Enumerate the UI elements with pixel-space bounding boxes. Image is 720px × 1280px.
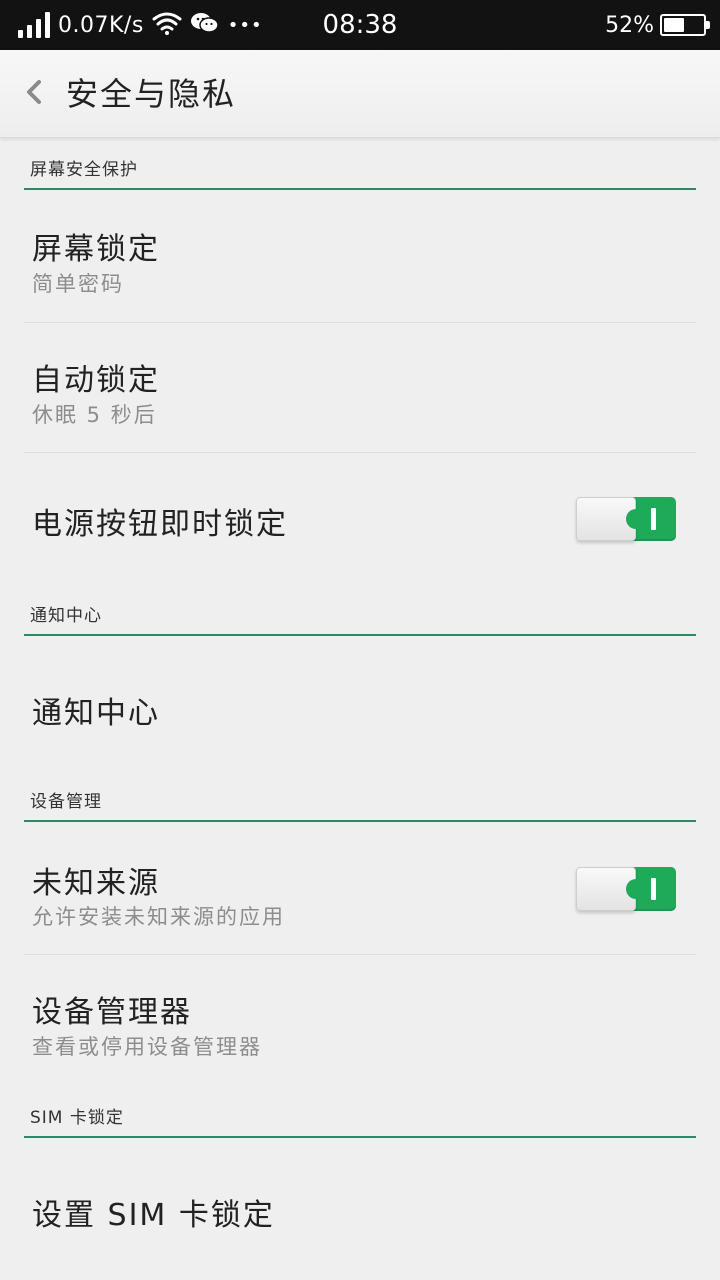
- unknown-sources-title: 未知来源: [32, 866, 160, 901]
- power-button-lock-item[interactable]: 电源按钮即时锁定: [24, 453, 696, 583]
- section-header-label: 通知中心: [30, 606, 102, 626]
- device-admins-item[interactable]: 设备管理器 查看或停用设备管理器: [24, 955, 696, 1090]
- wechat-icon: [190, 11, 220, 39]
- auto-lock-subtitle: 休眠 5 秒后: [32, 403, 157, 427]
- section-header-sim-lock: SIM 卡锁定: [24, 1100, 696, 1138]
- section-header-label: 设备管理: [30, 792, 102, 812]
- notification-center-title: 通知中心: [32, 696, 160, 731]
- battery-fill: [664, 18, 684, 32]
- auto-lock-title: 自动锁定: [32, 363, 160, 398]
- status-right: 52%: [605, 0, 710, 50]
- toggle-notch: [626, 509, 646, 529]
- chevron-left-icon: [24, 79, 44, 109]
- net-speed: 0.07K/s: [58, 12, 144, 38]
- screen-lock-title: 屏幕锁定: [32, 232, 160, 267]
- wifi-icon: [152, 11, 182, 39]
- sim-lock-item[interactable]: 设置 SIM 卡锁定: [24, 1140, 696, 1280]
- toggle-notch: [626, 879, 646, 899]
- app-bar: 安全与隐私: [0, 50, 720, 138]
- back-button[interactable]: [14, 72, 54, 116]
- unknown-sources-subtitle: 允许安装未知来源的应用: [32, 905, 285, 929]
- status-left: 0.07K/s •••: [18, 0, 263, 50]
- page-title: 安全与隐私: [66, 75, 237, 113]
- section-header-label: SIM 卡锁定: [30, 1108, 124, 1128]
- toggle-on-icon: [651, 878, 656, 900]
- device-admins-title: 设备管理器: [32, 995, 192, 1030]
- unknown-sources-item[interactable]: 未知来源 允许安装未知来源的应用: [24, 824, 696, 955]
- signal-icon: [18, 12, 50, 38]
- screen-lock-subtitle: 简单密码: [32, 272, 124, 296]
- power-button-lock-toggle[interactable]: [576, 497, 676, 541]
- auto-lock-item[interactable]: 自动锁定 休眠 5 秒后: [24, 323, 696, 453]
- section-header-label: 屏幕安全保护: [30, 160, 138, 180]
- device-admins-subtitle: 查看或停用设备管理器: [32, 1035, 262, 1059]
- section-header-screen-security: 屏幕安全保护: [24, 152, 696, 190]
- toggle-on-icon: [651, 508, 656, 530]
- battery-percent: 52%: [605, 12, 654, 38]
- battery-icon: [660, 14, 710, 36]
- section-header-device-management: 设备管理: [24, 784, 696, 822]
- status-bar: 0.07K/s ••• 08:38 52%: [0, 0, 720, 50]
- unknown-sources-toggle[interactable]: [576, 867, 676, 911]
- screen-lock-item[interactable]: 屏幕锁定 简单密码: [24, 192, 696, 323]
- sim-lock-title: 设置 SIM 卡锁定: [32, 1198, 275, 1233]
- section-header-notification-center: 通知中心: [24, 598, 696, 636]
- notification-center-item[interactable]: 通知中心: [24, 638, 696, 778]
- power-button-lock-title: 电源按钮即时锁定: [32, 507, 288, 542]
- more-dots-icon: •••: [227, 14, 263, 36]
